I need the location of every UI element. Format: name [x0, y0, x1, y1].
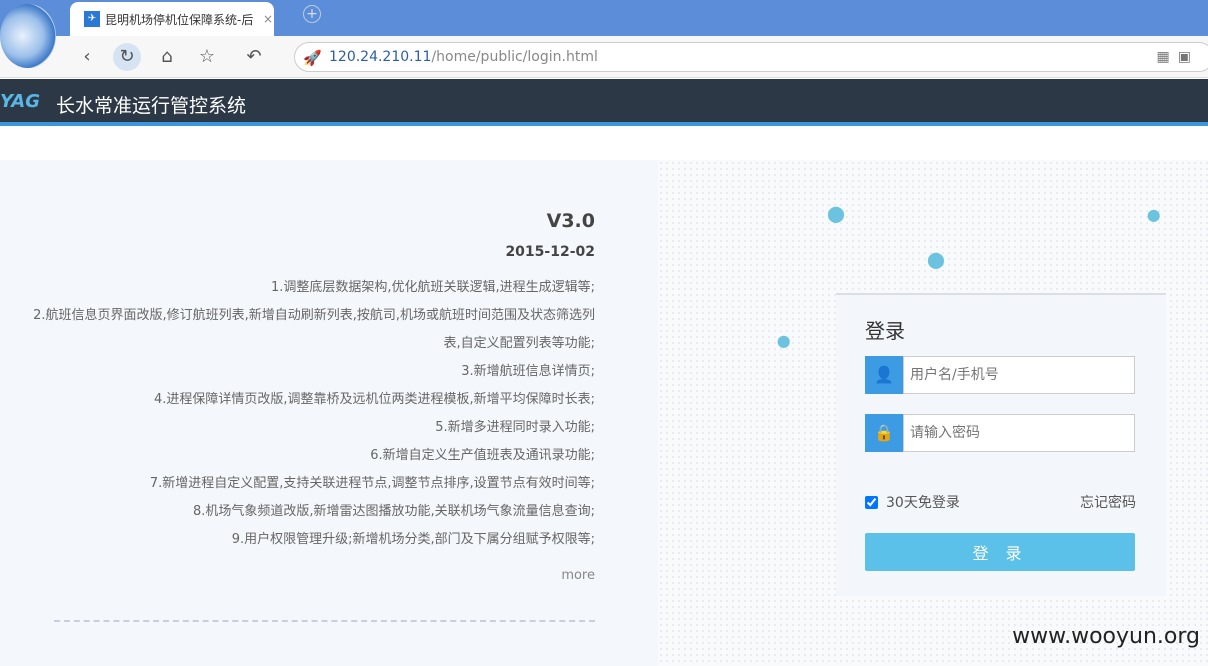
back-icon[interactable]: ‹ — [73, 43, 101, 71]
user-icon: 👤 — [865, 356, 903, 394]
password-input[interactable] — [903, 414, 1135, 452]
new-tab-button[interactable]: + — [303, 5, 321, 23]
note-item: 8.机场气象频道改版,新增雷达图播放功能,关联机场气象流量信息查询; — [192, 504, 595, 519]
note-item: 3.新增航班信息详情页; — [461, 364, 595, 379]
tab-title: 昆明机场停机位保障系统-后 — [105, 12, 254, 27]
logo: YAG — [0, 91, 41, 112]
tab-close-icon[interactable]: × — [263, 12, 273, 26]
lock-icon[interactable]: ▣ — [1178, 49, 1199, 65]
note-item: 6.新增自定义生产值班表及通讯录功能; — [370, 448, 595, 463]
forgot-password-link[interactable]: 忘记密码 — [1080, 492, 1136, 512]
password-field: 🔒 — [865, 414, 1135, 452]
qr-code-icon[interactable]: ▦ — [1157, 49, 1178, 65]
map-pin-icon: ⬤ — [827, 204, 845, 223]
remember-checkbox[interactable] — [865, 495, 878, 509]
release-date: 2015-12-02 — [505, 244, 595, 260]
app-title: 长水常准运行管控系统 — [56, 95, 247, 117]
note-item: 5.新增多进程同时录入功能; — [435, 420, 595, 435]
app-header: YAG 长水常准运行管控系统 — [0, 79, 1208, 126]
url-host: 120.24.210.11 — [329, 49, 432, 65]
url-path: /home/public/login.html — [431, 49, 598, 65]
star-icon[interactable]: ☆ — [193, 43, 221, 71]
release-notes-panel: V3.0 2015-12-02 1.调整底层数据架构,优化航班关联逻辑,进程生成… — [0, 160, 658, 666]
login-button[interactable]: 登 录 — [865, 533, 1135, 571]
username-input[interactable] — [903, 356, 1135, 394]
home-icon[interactable]: ⌂ — [153, 43, 181, 71]
remember-me[interactable]: 30天免登录 — [865, 492, 960, 512]
remember-label: 30天免登录 — [886, 495, 960, 511]
browser-toolbar: ‹ ↻ ⌂ ☆ ↶ 🚀 120.24.210.11/home/public/lo… — [0, 36, 1208, 78]
login-title: 登录 — [865, 319, 905, 343]
note-item: 7.新增进程自定义配置,支持关联进程节点,调整节点排序,设置节点有效时间等; — [149, 476, 595, 491]
map-pin-icon: ⬤ — [777, 334, 791, 348]
lock-icon: 🔒 — [865, 414, 903, 452]
browser-tab-bar: ✈ 昆明机场停机位保障系统-后 × + — [0, 0, 1208, 36]
undo-icon[interactable]: ↶ — [240, 43, 268, 71]
browser-logo-icon[interactable] — [0, 4, 56, 68]
login-card: 登录 👤 🔒 30天免登录 忘记密码 登 录 — [836, 293, 1166, 596]
map-pin-icon: ⬤ — [927, 250, 945, 269]
release-notes: 1.调整底层数据架构,优化航班关联逻辑,进程生成逻辑等; 2.航班信息页界面改版… — [25, 274, 595, 554]
divider — [54, 620, 595, 622]
note-item: 2.航班信息页界面改版,修订航班列表,新增自动刷新列表,按航司,机场或航班时间范… — [33, 308, 595, 351]
note-item: 1.调整底层数据架构,优化航班关联逻辑,进程生成逻辑等; — [270, 280, 595, 295]
reload-icon[interactable]: ↻ — [113, 43, 141, 71]
more-link[interactable]: more — [561, 568, 595, 583]
plane-favicon-icon: ✈ — [84, 11, 100, 27]
browser-tab[interactable]: ✈ 昆明机场停机位保障系统-后 × — [70, 2, 274, 36]
version: V3.0 — [546, 210, 595, 232]
note-item: 4.进程保障详情页改版,调整靠桥及远机位两类进程模板,新增平均保障时长表; — [153, 392, 595, 407]
watermark: www.wooyun.org — [1012, 624, 1200, 649]
address-bar[interactable]: 🚀 120.24.210.11/home/public/login.html ▦… — [294, 42, 1208, 72]
note-item: 9.用户权限管理升级;新增机场分类,部门及下属分组赋予权限等; — [231, 532, 595, 547]
map-pin-icon: ⬤ — [1147, 208, 1161, 222]
username-field: 👤 — [865, 356, 1135, 394]
rocket-icon: 🚀 — [303, 49, 322, 67]
